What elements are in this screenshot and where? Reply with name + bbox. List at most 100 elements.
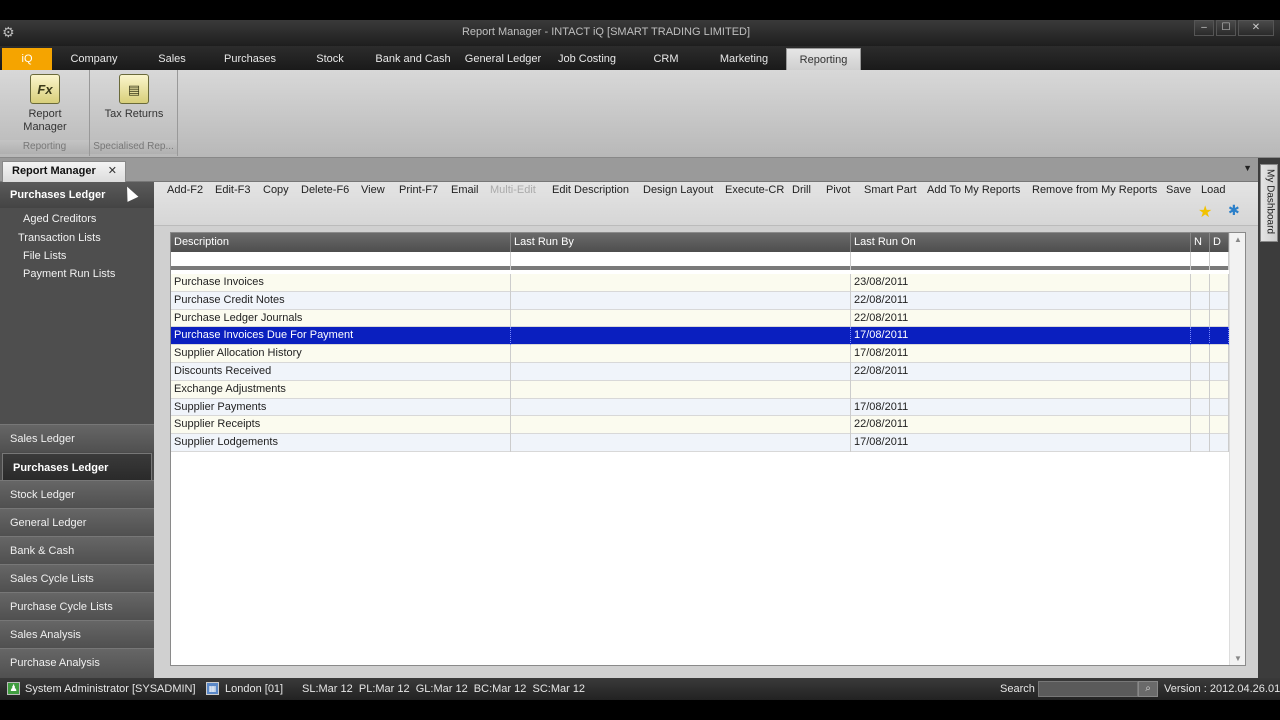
- cell-description[interactable]: Purchase Ledger Journals: [171, 309, 511, 328]
- table-row[interactable]: Supplier Allocation History 17/08/2011: [171, 345, 1229, 363]
- multi-edit-button[interactable]: Multi-Edit: [490, 184, 536, 196]
- filter-cell-last-run-on[interactable]: [851, 252, 1191, 270]
- table-row[interactable]: Exchange Adjustments: [171, 380, 1229, 399]
- cell-description[interactable]: Supplier Allocation History: [171, 345, 511, 363]
- nav-purchase-analysis[interactable]: Purchase Analysis: [0, 648, 154, 678]
- cell-last-run-on[interactable]: 17/08/2011: [851, 398, 1191, 417]
- chevron-down-icon[interactable]: ▼: [1243, 163, 1252, 173]
- cell-last-run-on[interactable]: 22/08/2011: [851, 416, 1191, 435]
- cell-last-run-on[interactable]: 22/08/2011: [851, 291, 1191, 310]
- nav-purchase-cycle-lists[interactable]: Purchase Cycle Lists: [0, 592, 154, 620]
- cell-description[interactable]: Supplier Lodgements: [171, 434, 511, 452]
- tree-item-aged-creditors[interactable]: Aged Creditors: [23, 213, 96, 225]
- nav-sales-cycle-lists[interactable]: Sales Cycle Lists: [0, 564, 154, 592]
- filter-cell-n[interactable]: [1191, 252, 1210, 270]
- cell-d[interactable]: [1210, 416, 1229, 435]
- column-header-n[interactable]: N: [1191, 233, 1210, 252]
- cell-description[interactable]: Purchase Invoices: [171, 274, 511, 292]
- search-icon[interactable]: ⌕: [1138, 681, 1158, 697]
- cell-n[interactable]: [1191, 398, 1210, 417]
- scroll-down-icon[interactable]: ▼: [1230, 654, 1246, 663]
- tab-company[interactable]: Company: [64, 48, 124, 70]
- tab-bank-and-cash[interactable]: Bank and Cash: [372, 48, 454, 70]
- table-row[interactable]: Purchase Invoices Due For Payment 17/08/2…: [171, 327, 1229, 346]
- tab-crm[interactable]: CRM: [646, 48, 686, 70]
- dashboard-icon[interactable]: ✱: [1228, 202, 1240, 219]
- nav-sales-analysis[interactable]: Sales Analysis: [0, 620, 154, 648]
- design-layout-button[interactable]: Design Layout: [643, 184, 713, 196]
- nav-stock-ledger[interactable]: Stock Ledger: [0, 480, 154, 508]
- column-header-description[interactable]: Description: [171, 233, 511, 252]
- cell-d[interactable]: [1210, 309, 1229, 328]
- cell-last-run-by[interactable]: [511, 309, 851, 328]
- tab-job-costing[interactable]: Job Costing: [552, 48, 622, 70]
- cell-last-run-by[interactable]: [511, 327, 851, 346]
- cell-description[interactable]: Purchase Invoices Due For Payment: [171, 327, 511, 346]
- cell-last-run-by[interactable]: [511, 380, 851, 399]
- search-input[interactable]: [1038, 681, 1138, 697]
- add-button[interactable]: Add-F2: [167, 184, 203, 196]
- cell-last-run-on[interactable]: 22/08/2011: [851, 309, 1191, 328]
- report-manager-button[interactable]: Fx Report Manager: [10, 74, 80, 134]
- my-dashboard-tab[interactable]: My Dashboard: [1260, 164, 1278, 242]
- tab-iq[interactable]: iQ: [2, 48, 52, 70]
- smart-part-button[interactable]: Smart Part: [864, 184, 917, 196]
- cell-last-run-on[interactable]: 23/08/2011: [851, 274, 1191, 292]
- tab-reporting[interactable]: Reporting: [786, 48, 861, 70]
- cell-last-run-by[interactable]: [511, 416, 851, 435]
- tab-sales[interactable]: Sales: [148, 48, 196, 70]
- execute-button[interactable]: Execute-CR: [725, 184, 784, 196]
- tab-stock[interactable]: Stock: [308, 48, 352, 70]
- add-to-my-reports-button[interactable]: Add To My Reports: [927, 184, 1020, 196]
- cell-last-run-by[interactable]: [511, 274, 851, 292]
- table-row[interactable]: Supplier Receipts 22/08/2011: [171, 416, 1229, 435]
- save-button[interactable]: Save: [1166, 184, 1191, 196]
- cell-description[interactable]: Discounts Received: [171, 362, 511, 381]
- tree-item-transaction-lists[interactable]: Transaction Lists: [18, 232, 101, 244]
- remove-from-my-reports-button[interactable]: Remove from My Reports: [1032, 184, 1157, 196]
- copy-button[interactable]: Copy: [263, 184, 289, 196]
- star-icon[interactable]: ★: [1198, 202, 1212, 222]
- column-header-last-run-on[interactable]: Last Run On: [851, 233, 1191, 252]
- cell-n[interactable]: [1191, 309, 1210, 328]
- cell-last-run-by[interactable]: [511, 434, 851, 452]
- cell-last-run-on[interactable]: 22/08/2011: [851, 362, 1191, 381]
- cell-n[interactable]: [1191, 345, 1210, 363]
- cell-d[interactable]: [1210, 362, 1229, 381]
- cell-last-run-by[interactable]: [511, 362, 851, 381]
- tab-marketing[interactable]: Marketing: [712, 48, 776, 70]
- print-button[interactable]: Print-F7: [399, 184, 438, 196]
- table-row[interactable]: Supplier Payments 17/08/2011: [171, 398, 1229, 417]
- cell-last-run-on[interactable]: 17/08/2011: [851, 327, 1191, 346]
- table-row[interactable]: Purchase Invoices 23/08/2011: [171, 274, 1229, 292]
- column-header-last-run-by[interactable]: Last Run By: [511, 233, 851, 252]
- load-button[interactable]: Load: [1201, 184, 1225, 196]
- cell-n[interactable]: [1191, 434, 1210, 452]
- nav-bank-cash[interactable]: Bank & Cash: [0, 536, 154, 564]
- cell-d[interactable]: [1210, 380, 1229, 399]
- table-row[interactable]: Purchase Ledger Journals 22/08/2011: [171, 309, 1229, 328]
- close-button[interactable]: ✕: [1238, 20, 1274, 36]
- email-button[interactable]: Email: [451, 184, 479, 196]
- cell-last-run-by[interactable]: [511, 291, 851, 310]
- grid-filter-row[interactable]: [171, 252, 1229, 270]
- doc-tab-report-manager[interactable]: Report Manager ✕: [2, 161, 126, 182]
- cell-d[interactable]: [1210, 327, 1229, 346]
- column-header-d[interactable]: D: [1210, 233, 1229, 252]
- cell-last-run-on[interactable]: 17/08/2011: [851, 345, 1191, 363]
- cell-d[interactable]: [1210, 398, 1229, 417]
- scroll-up-icon[interactable]: ▲: [1230, 235, 1246, 244]
- nav-sales-ledger[interactable]: Sales Ledger: [0, 424, 154, 452]
- filter-cell-d[interactable]: [1210, 252, 1229, 270]
- cell-d[interactable]: [1210, 345, 1229, 363]
- cell-description[interactable]: Supplier Receipts: [171, 416, 511, 435]
- pivot-button[interactable]: Pivot: [826, 184, 850, 196]
- cell-last-run-on[interactable]: [851, 380, 1191, 399]
- minimize-button[interactable]: –: [1194, 20, 1214, 36]
- maximize-button[interactable]: ☐: [1216, 20, 1236, 36]
- nav-purchases-ledger[interactable]: Purchases Ledger: [2, 453, 152, 481]
- cell-n[interactable]: [1191, 274, 1210, 292]
- nav-general-ledger[interactable]: General Ledger: [0, 508, 154, 536]
- tab-purchases[interactable]: Purchases: [218, 48, 282, 70]
- cell-d[interactable]: [1210, 434, 1229, 452]
